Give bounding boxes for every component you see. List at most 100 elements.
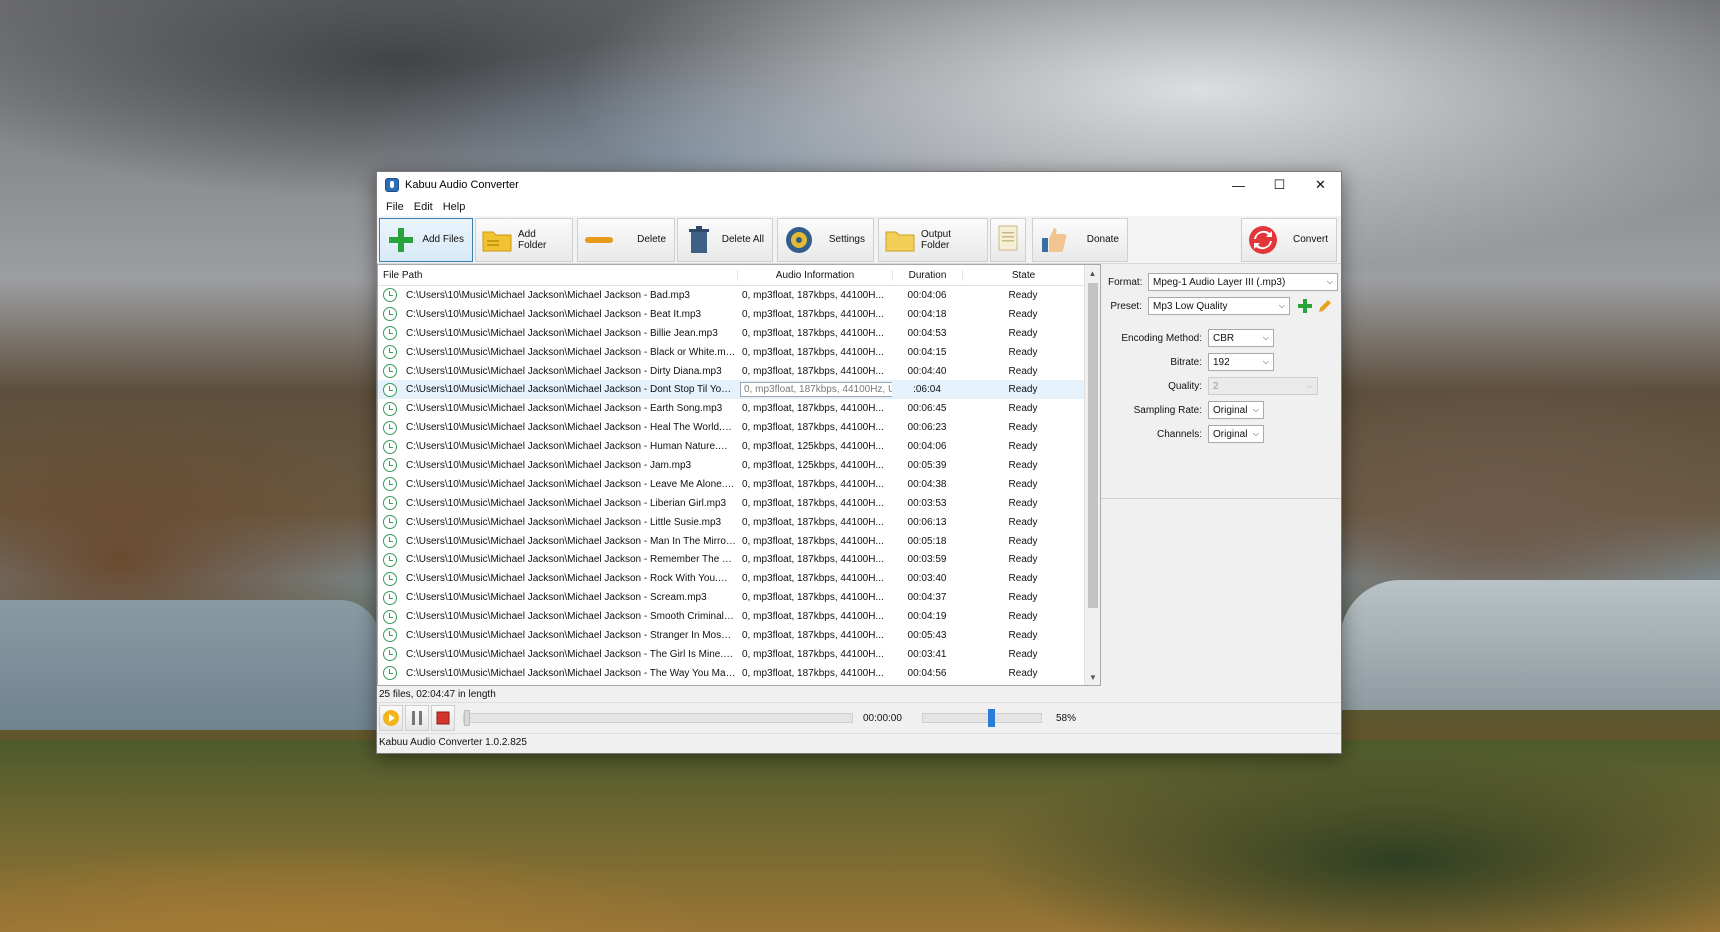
duration-cell: 00:04:15 — [907, 346, 947, 358]
quality-value: 2 — [1213, 380, 1219, 392]
output-folder-button[interactable]: Output Folder — [878, 217, 988, 262]
add-files-button[interactable]: Add Files — [379, 217, 473, 262]
add-preset-button[interactable] — [1296, 297, 1314, 315]
file-list[interactable]: File Path Audio Information Duration Sta… — [377, 264, 1101, 686]
state-cell: Ready — [1008, 667, 1038, 679]
preset-select[interactable]: Mp3 Low Quality ⌵ — [1148, 297, 1290, 315]
audio-info-cell: 0, mp3float, 125kbps, 44100H... — [742, 441, 884, 453]
add-files-label: Add Files — [422, 234, 464, 245]
menu-help[interactable]: Help — [438, 201, 471, 213]
table-row[interactable]: C:\Users\10\Music\Michael Jackson\Michae… — [378, 418, 1084, 437]
table-row[interactable]: C:\Users\10\Music\Michael Jackson\Michae… — [378, 399, 1084, 418]
table-row[interactable]: C:\Users\10\Music\Michael Jackson\Michae… — [378, 664, 1084, 683]
status-bar: Kabuu Audio Converter 1.0.2.825 — [377, 734, 1341, 750]
table-row[interactable]: C:\Users\10\Music\Michael Jackson\Michae… — [378, 437, 1084, 456]
scroll-up-arrow-icon[interactable]: ▲ — [1085, 265, 1100, 281]
clock-icon — [383, 534, 397, 549]
open-output-button[interactable] — [990, 217, 1026, 262]
table-row[interactable]: C:\Users\10\Music\Michael Jackson\Michae… — [378, 343, 1084, 362]
duration-cell: 00:06:23 — [907, 422, 947, 434]
chevron-down-icon: ⌵ — [1306, 381, 1313, 390]
encoding-select[interactable]: CBR ⌵ — [1208, 329, 1274, 347]
table-row[interactable]: C:\Users\10\Music\Michael Jackson\Michae… — [378, 494, 1084, 513]
state-cell: Ready — [1008, 478, 1038, 490]
convert-button[interactable]: Convert — [1241, 217, 1337, 262]
clock-icon — [383, 496, 397, 511]
table-row[interactable]: C:\Users\10\Music\Michael Jackson\Michae… — [378, 550, 1084, 569]
audio-info-edit-field[interactable]: 0, mp3float, 187kbps, 44100Hz, UND — [740, 382, 892, 398]
header-duration[interactable]: Duration — [892, 269, 962, 281]
clock-icon — [383, 571, 397, 586]
plus-icon — [1298, 299, 1312, 313]
state-cell: Ready — [1008, 629, 1038, 641]
pause-button[interactable] — [405, 705, 429, 731]
vertical-scrollbar[interactable]: ▲ ▼ — [1084, 265, 1100, 685]
table-row[interactable]: C:\Users\10\Music\Michael Jackson\Michae… — [378, 324, 1084, 343]
menu-edit[interactable]: Edit — [409, 201, 438, 213]
table-row[interactable]: C:\Users\10\Music\Michael Jackson\Michae… — [378, 645, 1084, 664]
delete-button[interactable]: Delete — [577, 217, 675, 262]
table-row[interactable]: C:\Users\10\Music\Michael Jackson\Michae… — [378, 380, 1084, 400]
audio-info-cell: 0, mp3float, 187kbps, 44100H... — [742, 554, 884, 566]
convert-label: Convert — [1292, 234, 1328, 245]
stop-button[interactable] — [431, 705, 455, 731]
minimize-button[interactable]: — — [1218, 172, 1259, 198]
channels-select[interactable]: Original ⌵ — [1208, 425, 1264, 443]
seek-knob[interactable] — [464, 710, 470, 726]
delete-all-button[interactable]: Delete All — [677, 217, 773, 262]
document-icon — [998, 225, 1018, 254]
volume-knob[interactable] — [987, 709, 995, 727]
bitrate-select[interactable]: 192 ⌵ — [1208, 353, 1274, 371]
chevron-down-icon: ⌵ — [1278, 301, 1285, 310]
table-row[interactable]: C:\Users\10\Music\Michael Jackson\Michae… — [378, 532, 1084, 551]
menu-file[interactable]: File — [381, 201, 409, 213]
table-row[interactable]: C:\Users\10\Music\Michael Jackson\Michae… — [378, 362, 1084, 381]
table-row[interactable]: C:\Users\10\Music\Michael Jackson\Michae… — [378, 475, 1084, 494]
format-select[interactable]: Mpeg-1 Audio Layer III (.mp3) ⌵ — [1148, 273, 1338, 291]
folder-icon — [482, 225, 512, 255]
file-path-cell: C:\Users\10\Music\Michael Jackson\Michae… — [406, 308, 702, 320]
scroll-thumb[interactable] — [1088, 283, 1098, 608]
plus-icon — [386, 225, 416, 255]
settings-label: Settings — [828, 234, 865, 245]
volume-slider[interactable] — [922, 709, 1042, 727]
pencil-icon — [1319, 300, 1331, 312]
duration-cell: 00:05:43 — [907, 629, 947, 641]
table-row[interactable]: C:\Users\10\Music\Michael Jackson\Michae… — [378, 286, 1084, 305]
seek-slider[interactable] — [463, 710, 853, 726]
state-cell: Ready — [1008, 573, 1038, 585]
table-row[interactable]: C:\Users\10\Music\Michael Jackson\Michae… — [378, 513, 1084, 532]
edit-preset-button[interactable] — [1316, 297, 1334, 315]
file-path-cell: C:\Users\10\Music\Michael Jackson\Michae… — [406, 346, 736, 358]
header-file-path[interactable]: File Path — [378, 270, 737, 281]
table-row[interactable]: C:\Users\10\Music\Michael Jackson\Michae… — [378, 456, 1084, 475]
trash-icon — [684, 225, 714, 255]
sampling-select[interactable]: Original ⌵ — [1208, 401, 1264, 419]
table-row[interactable]: C:\Users\10\Music\Michael Jackson\Michae… — [378, 305, 1084, 324]
file-path-cell: C:\Users\10\Music\Michael Jackson\Michae… — [406, 384, 736, 396]
quality-select: 2 ⌵ — [1208, 377, 1318, 395]
state-cell: Ready — [1008, 441, 1038, 453]
add-folder-button[interactable]: Add Folder — [475, 217, 573, 262]
play-button[interactable] — [379, 705, 403, 731]
scroll-down-arrow-icon[interactable]: ▼ — [1085, 669, 1101, 685]
header-audio-information[interactable]: Audio Information — [737, 269, 892, 281]
table-row[interactable]: C:\Users\10\Music\Michael Jackson\Michae… — [378, 626, 1084, 645]
header-state[interactable]: State — [962, 269, 1084, 281]
donate-button[interactable]: Donate — [1032, 217, 1128, 262]
table-row[interactable]: C:\Users\10\Music\Michael Jackson\Michae… — [378, 588, 1084, 607]
duration-cell: 00:04:40 — [907, 365, 947, 377]
state-cell: Ready — [1008, 327, 1038, 339]
maximize-button[interactable]: ☐ — [1259, 172, 1300, 198]
close-button[interactable]: ✕ — [1300, 172, 1341, 198]
table-row[interactable]: C:\Users\10\Music\Michael Jackson\Michae… — [378, 569, 1084, 588]
state-cell: Ready — [1008, 592, 1038, 604]
audio-info-cell: 0, mp3float, 187kbps, 44100H... — [742, 365, 884, 377]
clock-icon — [383, 590, 397, 605]
audio-info-cell: 0, mp3float, 187kbps, 44100H... — [742, 648, 884, 660]
bitrate-row: Bitrate: 192 ⌵ — [1108, 350, 1341, 374]
clock-icon — [383, 609, 397, 624]
output-folder-label: Output Folder — [921, 228, 952, 251]
settings-button[interactable]: Settings — [777, 217, 874, 262]
table-row[interactable]: C:\Users\10\Music\Michael Jackson\Michae… — [378, 607, 1084, 626]
